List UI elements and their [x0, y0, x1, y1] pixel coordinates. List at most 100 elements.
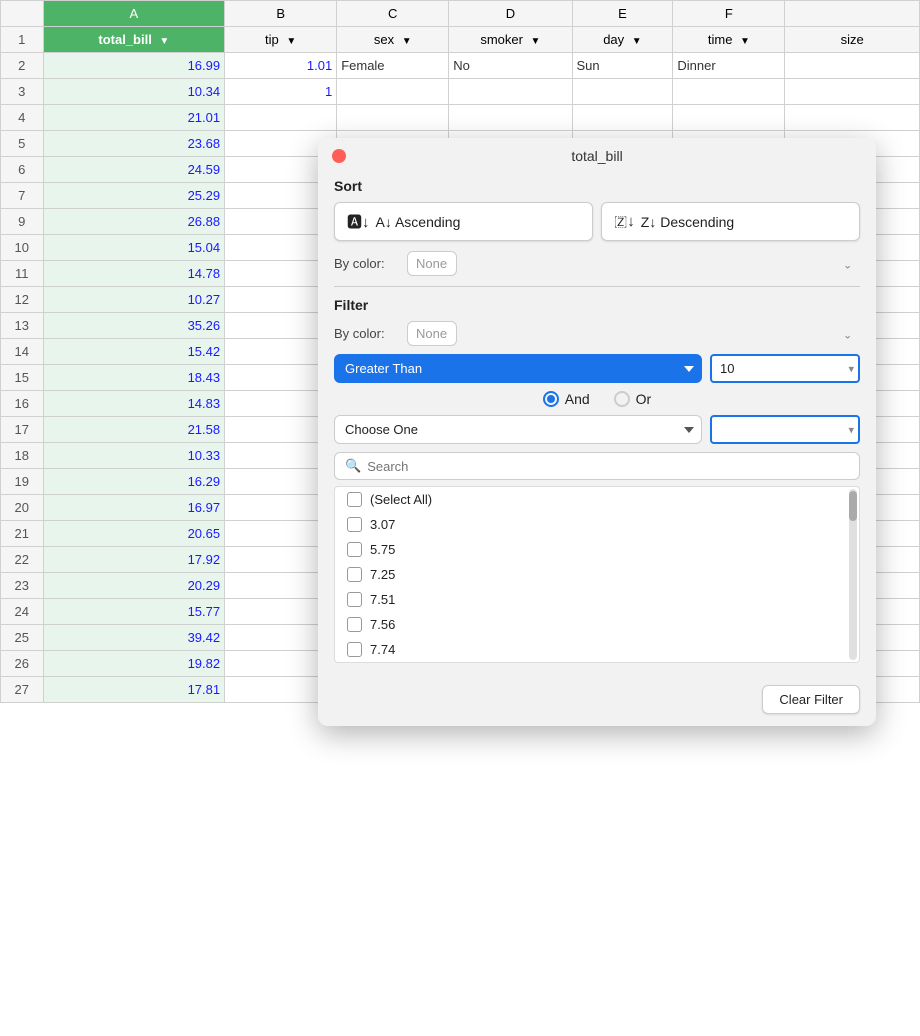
clear-filter-button[interactable]: Clear Filter [762, 685, 860, 714]
scroll-thumb[interactable] [849, 491, 857, 521]
checkbox[interactable] [347, 592, 362, 607]
col-header-b[interactable]: B [225, 1, 337, 27]
cell-total-bill[interactable]: 10.27 [43, 287, 225, 313]
filter-condition-2-select[interactable]: Choose One Greater Than Less Than [334, 415, 702, 444]
cell-total-bill[interactable]: 10.33 [43, 443, 225, 469]
col-f-header[interactable]: time ▼ [673, 27, 785, 53]
cell-smoker[interactable] [449, 79, 572, 105]
cell-total-bill[interactable]: 16.99 [43, 53, 225, 79]
cell-total-bill[interactable]: 21.01 [43, 105, 225, 131]
close-button[interactable] [332, 149, 346, 163]
cell-total-bill[interactable]: 20.29 [43, 573, 225, 599]
col-a-data-header[interactable]: total_bill ▼ [43, 27, 225, 53]
cell-day[interactable] [572, 105, 673, 131]
cell-total-bill[interactable]: 17.81 [43, 677, 225, 703]
total-bill-filter-icon[interactable]: ▼ [159, 36, 169, 47]
checkbox[interactable] [347, 617, 362, 632]
row-number: 24 [1, 599, 44, 625]
checkbox-item[interactable]: 7.51 [335, 587, 859, 612]
cell-smoker[interactable] [449, 105, 572, 131]
cell-smoker[interactable]: No [449, 53, 572, 79]
cell-tip[interactable] [225, 105, 337, 131]
cell-day[interactable]: Sun [572, 53, 673, 79]
search-input[interactable] [367, 459, 849, 474]
cell-total-bill[interactable]: 20.65 [43, 521, 225, 547]
checkbox-list: (Select All)3.075.757.257.517.567.74 [334, 486, 860, 663]
col-header-d[interactable]: D [449, 1, 572, 27]
col-header-e[interactable]: E [572, 1, 673, 27]
cell-total-bill[interactable]: 21.58 [43, 417, 225, 443]
popup-header: total_bill [318, 138, 876, 170]
cell-day[interactable] [572, 79, 673, 105]
checkbox-item[interactable]: 5.75 [335, 537, 859, 562]
cell-total-bill[interactable]: 24.59 [43, 157, 225, 183]
and-radio[interactable] [543, 391, 559, 407]
cell-total-bill[interactable]: 35.26 [43, 313, 225, 339]
cell-time[interactable] [673, 105, 785, 131]
ascending-button[interactable]: 🅰↓ A↓ Ascending [334, 202, 593, 241]
sort-color-select-wrapper: None [407, 251, 860, 276]
cell-total-bill[interactable]: 39.42 [43, 625, 225, 651]
col-e-header[interactable]: day ▼ [572, 27, 673, 53]
checkbox-item[interactable]: 7.56 [335, 612, 859, 637]
col-c-header[interactable]: sex ▼ [337, 27, 449, 53]
cell-total-bill[interactable]: 10.34 [43, 79, 225, 105]
cell-total-bill[interactable]: 15.42 [43, 339, 225, 365]
sort-buttons: 🅰↓ A↓ Ascending 🇿↓ Z↓ Descending [334, 202, 860, 241]
cell-time[interactable]: Dinner [673, 53, 785, 79]
cell-total-bill[interactable]: 15.77 [43, 599, 225, 625]
filter-color-select[interactable]: None [407, 321, 457, 346]
row-number: 11 [1, 261, 44, 287]
descending-button[interactable]: 🇿↓ Z↓ Descending [601, 202, 860, 241]
cell-total-bill[interactable]: 16.97 [43, 495, 225, 521]
cell-total-bill[interactable]: 14.83 [43, 391, 225, 417]
cell-total-bill[interactable]: 16.29 [43, 469, 225, 495]
col-d-header[interactable]: smoker ▼ [449, 27, 572, 53]
col-header-c[interactable]: C [337, 1, 449, 27]
cell-time[interactable] [673, 79, 785, 105]
checkbox-item[interactable]: 7.25 [335, 562, 859, 587]
cell-sex[interactable] [337, 105, 449, 131]
filter-condition-1-select[interactable]: Greater Than Less Than Equals Not Equals [334, 354, 702, 383]
and-option[interactable]: And [543, 391, 590, 407]
cell-total-bill[interactable]: 14.78 [43, 261, 225, 287]
filter-condition-2-wrapper: Choose One Greater Than Less Than [334, 415, 702, 444]
checkbox-item[interactable]: (Select All) [335, 487, 859, 512]
cell-size[interactable] [785, 105, 920, 131]
filter-value-2-wrapper [710, 415, 860, 444]
row-number: 15 [1, 365, 44, 391]
col-b-header[interactable]: tip ▼ [225, 27, 337, 53]
search-icon: 🔍 [345, 458, 361, 474]
col-a-label: A [130, 6, 139, 21]
cell-total-bill[interactable]: 25.29 [43, 183, 225, 209]
cell-total-bill[interactable]: 19.82 [43, 651, 225, 677]
col-header-g[interactable] [785, 1, 920, 27]
or-option[interactable]: Or [614, 391, 652, 407]
sort-color-select[interactable]: None [407, 251, 457, 276]
col-header-a[interactable]: A [43, 1, 225, 27]
checkbox[interactable] [347, 517, 362, 532]
cell-total-bill[interactable]: 26.88 [43, 209, 225, 235]
checkbox[interactable] [347, 492, 362, 507]
cell-sex[interactable] [337, 79, 449, 105]
filter-value-2-input[interactable] [710, 415, 860, 444]
cell-size[interactable] [785, 79, 920, 105]
cell-total-bill[interactable]: 15.04 [43, 235, 225, 261]
checkbox-item[interactable]: 3.07 [335, 512, 859, 537]
col-g-header[interactable]: size [785, 27, 920, 53]
cell-total-bill[interactable]: 18.43 [43, 365, 225, 391]
col-header-f[interactable]: F [673, 1, 785, 27]
cell-size[interactable] [785, 53, 920, 79]
cell-total-bill[interactable]: 17.92 [43, 547, 225, 573]
popup-footer: Clear Filter [318, 677, 876, 726]
or-radio[interactable] [614, 391, 630, 407]
cell-sex[interactable]: Female [337, 53, 449, 79]
checkbox[interactable] [347, 642, 362, 657]
checkbox[interactable] [347, 567, 362, 582]
cell-total-bill[interactable]: 23.68 [43, 131, 225, 157]
cell-tip[interactable]: 1 [225, 79, 337, 105]
cell-tip[interactable]: 1.01 [225, 53, 337, 79]
checkbox-item[interactable]: 7.74 [335, 637, 859, 662]
filter-value-1-input[interactable] [710, 354, 860, 383]
checkbox[interactable] [347, 542, 362, 557]
